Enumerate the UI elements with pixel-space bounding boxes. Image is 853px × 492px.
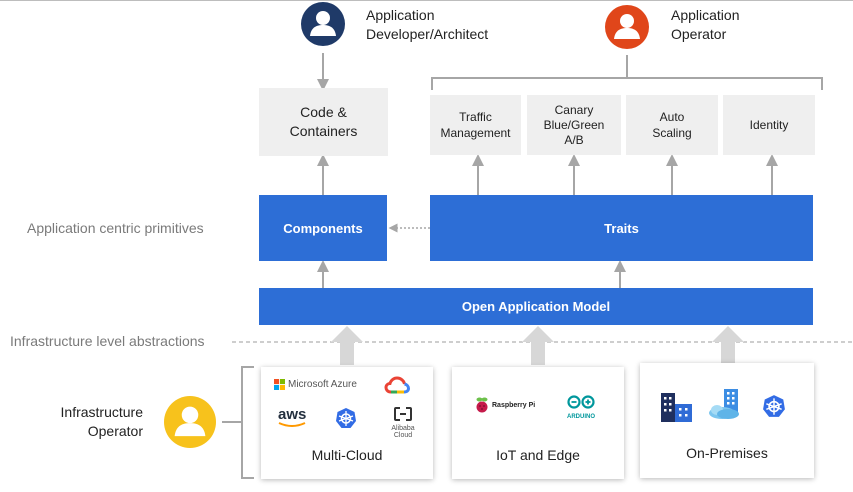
- kubernetes-icon: [336, 408, 356, 428]
- cloud-building-logo: [708, 387, 744, 426]
- code-box-line1: Code &: [300, 104, 347, 121]
- raspberry-pi-icon: [476, 397, 488, 413]
- autoscaling-box-line1: Auto: [659, 109, 685, 124]
- multicloud-card: Microsoft Azure aws Alibaba Cloud Multi-…: [261, 367, 433, 479]
- raspberry-text: Raspberry Pi: [492, 402, 536, 409]
- person-icon: [605, 5, 649, 49]
- identity-box-line1: Identity: [749, 117, 789, 132]
- iot-edge-card: Raspberry Pi ARDUINO IoT and Edge: [452, 367, 624, 479]
- onprem-kubernetes-logo: [762, 394, 786, 423]
- cloud-building-icon: [709, 389, 739, 419]
- google-cloud-icon: [384, 376, 411, 394]
- canary-box-line3: A/B: [564, 132, 584, 147]
- traffic-box-line2: Management: [440, 126, 511, 140]
- auto-scaling-box: Auto Scaling: [626, 95, 718, 155]
- traffic-box-line1: Traffic: [459, 109, 492, 124]
- developer-label: Application Developer/Architect: [366, 6, 488, 44]
- multicloud-label: Multi-Cloud: [311, 447, 383, 463]
- infra-level-label: Infrastructure level abstractions: [10, 333, 207, 349]
- components-box: Components: [259, 195, 387, 261]
- traffic-management-box: Traffic Management: [430, 95, 521, 155]
- arduino-icon: [567, 395, 595, 409]
- developer-label-line2: Developer/Architect: [366, 26, 489, 42]
- kubernetes-logo: [335, 407, 357, 434]
- kubernetes-icon: [763, 395, 785, 417]
- on-premises-card: On-Premises: [640, 363, 814, 478]
- iot-label: IoT and Edge: [496, 447, 580, 463]
- code-box-line2: Containers: [289, 123, 358, 139]
- alibaba-text: Alibaba Cloud: [391, 425, 415, 439]
- azure-logo: Microsoft Azure: [274, 379, 357, 390]
- raspberry-pi-logo: Raspberry Pi: [475, 397, 535, 414]
- infra-operator-avatar: [164, 396, 216, 448]
- block-arrow-iot: [522, 326, 554, 365]
- onprem-label: On-Premises: [686, 445, 768, 461]
- operator-label: Application Operator: [671, 6, 740, 44]
- block-arrow-multicloud: [331, 326, 363, 365]
- canary-box: Canary Blue/Green A/B: [527, 95, 621, 155]
- operator-bracket: [431, 77, 823, 90]
- building-icon: [661, 393, 692, 422]
- building-logo: [660, 390, 694, 427]
- person-icon: [164, 396, 216, 448]
- infra-operator-label-line1: Infrastructure: [60, 404, 143, 420]
- block-arrow-onprem: [712, 326, 744, 365]
- app-centric-label: Application centric primitives: [27, 220, 204, 236]
- aws-logo: aws: [278, 406, 308, 428]
- oam-box: Open Application Model: [259, 288, 813, 325]
- developer-label-line1: Application: [366, 7, 435, 23]
- arduino-text: ARDUINO: [567, 414, 595, 420]
- infra-operator-label: Infrastructure Operator: [40, 403, 143, 441]
- infra-operator-bracket: [241, 366, 254, 479]
- operator-label-line1: Application: [671, 7, 740, 23]
- arduino-logo: ARDUINO: [561, 395, 601, 420]
- canary-box-line2: Blue/Green: [543, 117, 605, 132]
- azure-text: Microsoft Azure: [288, 379, 357, 390]
- identity-box: Identity: [723, 95, 815, 155]
- operator-avatar: [605, 5, 649, 49]
- google-cloud-logo: [384, 376, 411, 401]
- operator-label-line2: Operator: [671, 26, 727, 42]
- developer-avatar: [301, 2, 345, 46]
- code-containers-box: Code & Containers: [259, 88, 388, 156]
- alibaba-cloud-icon: [394, 407, 412, 421]
- person-icon: [301, 2, 345, 46]
- traits-box: Traits: [430, 195, 813, 261]
- canary-box-line1: Canary: [554, 102, 594, 117]
- alibaba-logo: Alibaba Cloud: [383, 407, 423, 439]
- microsoft-icon: [274, 379, 285, 390]
- aws-text: aws: [278, 406, 307, 423]
- infra-operator-label-line2: Operator: [87, 423, 143, 439]
- autoscaling-box-line2: Scaling: [652, 126, 692, 140]
